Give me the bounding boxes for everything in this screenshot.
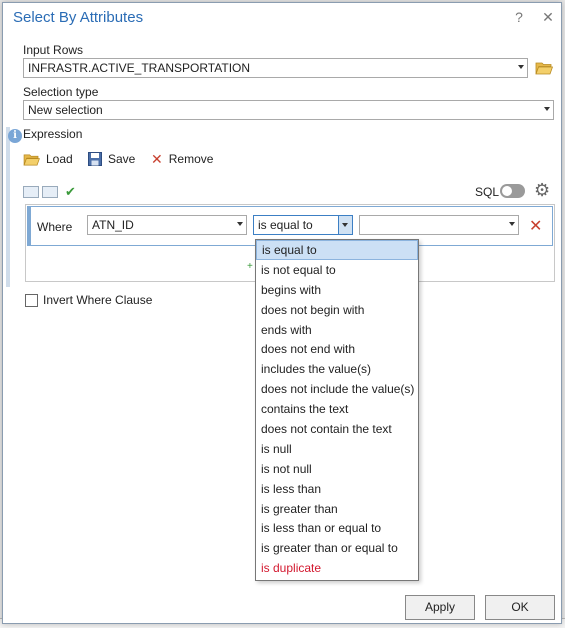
chevron-down-icon	[544, 107, 550, 111]
operator-option[interactable]: begins with	[256, 280, 418, 300]
selection-type-label: Selection type	[23, 85, 99, 99]
value-select[interactable]	[359, 215, 519, 235]
sql-label: SQL	[475, 185, 500, 199]
invert-where-checkbox[interactable]: Invert Where Clause	[25, 293, 152, 307]
operator-option[interactable]: ends with	[256, 320, 418, 340]
operator-option[interactable]: is greater than	[256, 499, 418, 519]
operator-option[interactable]: is less than or equal to	[256, 518, 418, 538]
load-label: Load	[46, 152, 73, 166]
check-icon[interactable]: ✔	[65, 184, 76, 200]
where-label: Where	[37, 220, 73, 234]
operator-option[interactable]: does not include the value(s)	[256, 379, 418, 399]
info-icon[interactable]: i	[8, 129, 22, 143]
field-value: ATN_ID	[92, 218, 134, 232]
operator-option[interactable]: does not contain the text	[256, 419, 418, 439]
save-label: Save	[108, 152, 136, 166]
operator-option[interactable]: is not equal to	[256, 260, 418, 280]
remove-label: Remove	[168, 152, 214, 166]
folder-open-icon	[23, 153, 40, 165]
delete-clause-icon[interactable]: ✕	[529, 216, 542, 236]
expression-info-bar	[6, 127, 10, 287]
help-button[interactable]: ?	[511, 9, 527, 25]
checkbox-box[interactable]	[25, 293, 38, 307]
operator-option[interactable]: is greater than or equal to	[256, 538, 418, 558]
chevron-down-icon	[237, 222, 243, 226]
chevron-down-icon	[518, 65, 524, 69]
operator-option[interactable]: is equal to	[256, 240, 418, 260]
selection-type-select[interactable]: New selection	[23, 100, 554, 120]
operator-option[interactable]: is less than	[256, 479, 418, 499]
input-rows-value: INFRASTR.ACTIVE_TRANSPORTATION	[28, 61, 251, 75]
operator-option[interactable]: includes the value(s)	[256, 359, 418, 379]
remove-button[interactable]: ✕ Remove	[151, 149, 213, 169]
chevron-down-icon	[509, 222, 515, 226]
add-clause-icon[interactable]	[23, 186, 39, 198]
close-button[interactable]: ✕	[540, 9, 556, 26]
clause-mode-icons: ✔	[23, 184, 76, 200]
expression-label: Expression	[23, 127, 83, 141]
operator-option[interactable]: is duplicate	[256, 558, 418, 578]
add-group-icon[interactable]	[42, 186, 58, 198]
folder-open-icon[interactable]	[535, 61, 553, 75]
sql-toggle[interactable]	[500, 184, 525, 198]
operator-option[interactable]: does not begin with	[256, 300, 418, 320]
invert-label: Invert Where Clause	[43, 293, 153, 307]
field-select[interactable]: ATN_ID	[87, 215, 247, 235]
save-disk-icon	[88, 152, 102, 166]
gear-icon[interactable]: ⚙	[534, 181, 550, 199]
operator-option[interactable]: contains the text	[256, 399, 418, 419]
input-rows-select[interactable]: INFRASTR.ACTIVE_TRANSPORTATION	[23, 58, 528, 78]
input-rows-label: Input Rows	[23, 43, 84, 57]
ok-button[interactable]: OK	[485, 595, 555, 620]
load-button[interactable]: Load	[23, 149, 73, 169]
remove-x-icon: ✕	[151, 150, 163, 167]
operator-option[interactable]: is not null	[256, 459, 418, 479]
operator-dropdown-list: is equal to is not equal to begins with doe…	[255, 239, 419, 581]
operator-option[interactable]: does not end with	[256, 339, 418, 359]
operator-option[interactable]: is null	[256, 439, 418, 459]
operator-value: is equal to	[258, 218, 313, 232]
operator-dropdown-button[interactable]	[338, 216, 352, 234]
dialog-title: Select By Attributes	[13, 9, 144, 26]
operator-select[interactable]: is equal to	[253, 215, 353, 235]
chevron-down-icon	[342, 223, 348, 227]
add-clause-icon[interactable]: +	[247, 261, 253, 272]
apply-button[interactable]: Apply	[405, 595, 475, 620]
selection-type-value: New selection	[28, 103, 103, 117]
select-by-attributes-dialog: Select By Attributes ? ✕ Input Rows INFR…	[2, 2, 562, 624]
sql-toggle-knob	[502, 186, 512, 196]
save-button[interactable]: Save	[88, 149, 135, 169]
